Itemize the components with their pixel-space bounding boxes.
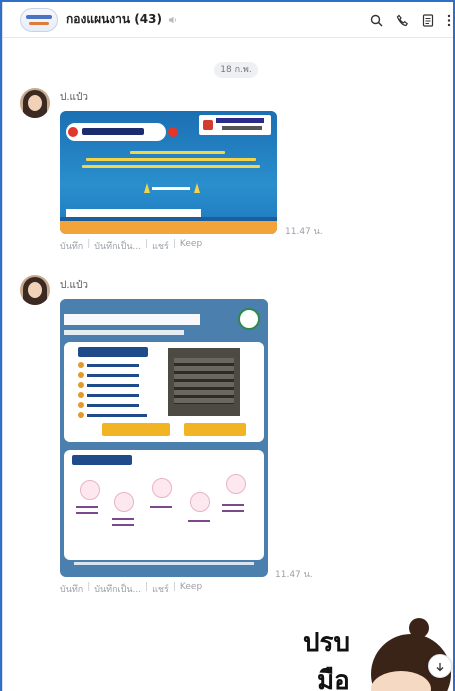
phone-icon[interactable] bbox=[394, 12, 410, 28]
sender-name: ป.แป๋ว bbox=[60, 280, 88, 291]
chat-header: กองแผนงาน (43) bbox=[3, 2, 453, 38]
group-title[interactable]: กองแผนงาน (43) bbox=[66, 10, 162, 29]
keep-link[interactable]: Keep bbox=[180, 582, 202, 596]
avatar[interactable] bbox=[20, 88, 50, 118]
image-message[interactable] bbox=[60, 111, 277, 234]
share-link[interactable]: แชร์ bbox=[152, 239, 169, 253]
save-link[interactable]: บันทึก bbox=[60, 239, 83, 253]
arrow-down-icon bbox=[435, 657, 445, 676]
search-icon[interactable] bbox=[368, 12, 384, 28]
message-time: 11.47 น. bbox=[275, 570, 313, 580]
save-as-link[interactable]: บันทึกเป็น... bbox=[94, 582, 141, 596]
scroll-to-bottom-button[interactable] bbox=[428, 654, 452, 678]
more-icon[interactable] bbox=[446, 12, 452, 28]
notes-icon[interactable] bbox=[420, 12, 436, 28]
date-separator: 18 ก.พ. bbox=[214, 62, 258, 78]
image-message[interactable] bbox=[60, 299, 268, 577]
image-actions: บันทึก | บันทึกเป็น... | แชร์ | Keep bbox=[60, 582, 203, 596]
share-link[interactable]: แชร์ bbox=[152, 582, 169, 596]
image-panel bbox=[64, 342, 264, 442]
seal-logo bbox=[238, 308, 260, 330]
mute-icon bbox=[168, 14, 180, 26]
sticker-text: มือ bbox=[317, 666, 350, 691]
image-banner bbox=[66, 123, 178, 141]
save-as-link[interactable]: บันทึกเป็น... bbox=[94, 239, 141, 253]
message-time: 11.47 น. bbox=[285, 227, 323, 237]
sticker-message[interactable]: ปรบ มือ bbox=[291, 614, 453, 691]
keep-link[interactable]: Keep bbox=[180, 239, 202, 253]
sticker-text: ปรบ bbox=[303, 628, 350, 658]
header-actions bbox=[368, 2, 453, 38]
group-avatar[interactable] bbox=[20, 7, 58, 32]
avatar[interactable] bbox=[20, 275, 50, 305]
chat-window: กองแผนงาน (43) 18 ก.พ. ป.แป๋ว 11.47 น. บ… bbox=[2, 2, 453, 691]
save-link[interactable]: บันทึก bbox=[60, 582, 83, 596]
logo bbox=[199, 115, 271, 135]
sender-name: ป.แป๋ว bbox=[60, 92, 88, 103]
image-panel bbox=[64, 450, 264, 560]
image-actions: บันทึก | บันทึกเป็น... | แชร์ | Keep bbox=[60, 239, 203, 253]
